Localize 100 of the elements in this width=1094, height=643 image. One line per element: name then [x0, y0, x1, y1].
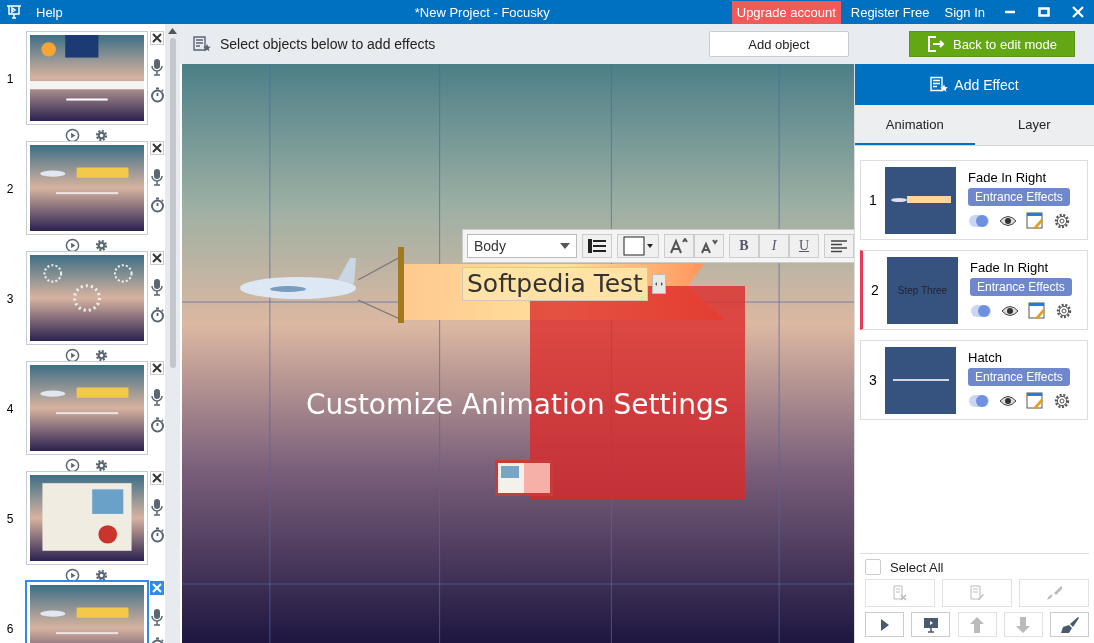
delete-icon[interactable]: [150, 471, 164, 485]
settings-icon[interactable]: [1055, 302, 1073, 320]
add-effect-icon: [930, 76, 949, 93]
clear-button[interactable]: [1050, 612, 1089, 637]
timer-icon[interactable]: [149, 417, 165, 433]
italic-button[interactable]: I: [759, 234, 789, 258]
underline-button[interactable]: U: [789, 234, 819, 258]
slide-thumbnail[interactable]: [26, 251, 148, 345]
play-icon[interactable]: [65, 348, 80, 363]
sign-in-link[interactable]: Sign In: [944, 4, 985, 20]
timer-icon[interactable]: [149, 197, 165, 213]
arrow-down-icon: [1016, 616, 1031, 633]
select-all-checkbox[interactable]: [865, 559, 881, 575]
presentation-icon[interactable]: [6, 4, 22, 20]
play-icon[interactable]: [65, 568, 80, 583]
play-icon: [879, 618, 890, 631]
bold-button[interactable]: B: [729, 234, 759, 258]
play-icon[interactable]: [65, 238, 80, 253]
slide-thumbnail[interactable]: [26, 31, 148, 125]
book-thumbnail-drawing[interactable]: [495, 460, 553, 496]
effect-category-tag[interactable]: Entrance Effects: [970, 278, 1072, 296]
caret-icon: [560, 243, 570, 249]
settings-icon[interactable]: [94, 458, 109, 473]
effect-thumbnail: [885, 346, 956, 414]
delete-icon[interactable]: [150, 31, 164, 45]
help-menu[interactable]: Help: [36, 4, 63, 20]
present-button[interactable]: [911, 612, 951, 637]
settings-icon[interactable]: [1053, 392, 1071, 410]
screen-icon: [922, 616, 939, 633]
play-icon[interactable]: [65, 128, 80, 143]
settings-icon[interactable]: [1053, 212, 1071, 230]
decrease-font-button[interactable]: [694, 234, 724, 258]
upgrade-button[interactable]: Upgrade account: [731, 0, 841, 24]
slide-number: 4: [5, 402, 15, 416]
slide-thumbnail[interactable]: [26, 471, 148, 565]
panel-tab[interactable]: Layer: [974, 105, 1094, 145]
delete-icon[interactable]: [150, 251, 164, 265]
delete-icon[interactable]: [150, 141, 164, 155]
style-dropdown[interactable]: Body: [467, 234, 577, 258]
preview-eye-icon[interactable]: [999, 215, 1017, 227]
play-button[interactable]: [865, 612, 904, 637]
bullet-list-button[interactable]: [582, 234, 612, 258]
bullet-list-icon: [588, 239, 606, 253]
resize-handle-icon[interactable]: [651, 274, 666, 294]
settings-icon[interactable]: [94, 568, 109, 583]
toggle-icon[interactable]: [970, 304, 992, 318]
toggle-icon[interactable]: [968, 394, 990, 408]
brush-icon: [1046, 585, 1062, 601]
increase-font-button[interactable]: [664, 234, 694, 258]
effect-name: Fade In Right: [970, 260, 1049, 275]
timer-icon[interactable]: [149, 87, 165, 103]
settings-icon[interactable]: [94, 348, 109, 363]
effect-category-tag[interactable]: Entrance Effects: [968, 368, 1070, 386]
preview-eye-icon[interactable]: [1001, 305, 1019, 317]
add-object-button[interactable]: Add object: [709, 31, 849, 57]
scroll-up-icon[interactable]: [168, 28, 177, 34]
slide-caption[interactable]: Customize Animation Settings: [306, 388, 729, 421]
window-title: *New Project - Focusky: [413, 4, 550, 20]
maximize-icon[interactable]: [1038, 6, 1050, 18]
panel-tab[interactable]: Animation: [855, 105, 975, 145]
effect-card[interactable]: 3 Hatch Entrance Effects: [860, 340, 1088, 420]
microphone-icon[interactable]: [150, 388, 164, 406]
exit-icon: [926, 36, 945, 52]
slide-number: 6: [5, 622, 15, 636]
effect-category-tag[interactable]: Entrance Effects: [968, 188, 1070, 206]
edit-timing-icon[interactable]: [1028, 302, 1046, 320]
slide-number: 5: [5, 512, 15, 526]
effect-number: 2: [870, 282, 880, 298]
effect-card[interactable]: 1 Fade In Right Entrance Effects: [860, 160, 1088, 240]
timer-icon[interactable]: [149, 527, 165, 543]
scrollbar[interactable]: [165, 24, 180, 643]
microphone-icon[interactable]: [150, 278, 164, 296]
toggle-icon[interactable]: [968, 214, 990, 228]
effect-card[interactable]: 2 Step Three Fade In Right Entrance Effects: [860, 250, 1088, 330]
edit-timing-icon[interactable]: [1026, 212, 1044, 230]
color-picker-button[interactable]: [617, 234, 659, 258]
slide-number: 3: [5, 292, 15, 306]
banner-text[interactable]: Softpedia Test: [462, 267, 648, 301]
instruction-text: Select objects below to add effects: [220, 36, 436, 52]
timer-icon[interactable]: [149, 307, 165, 323]
settings-icon[interactable]: [94, 238, 109, 253]
microphone-icon[interactable]: [150, 498, 164, 516]
align-left-button[interactable]: [824, 234, 854, 258]
select-all-label: Select All: [890, 559, 944, 575]
preview-eye-icon[interactable]: [999, 395, 1017, 407]
close-icon[interactable]: [1072, 6, 1084, 18]
microphone-icon[interactable]: [150, 58, 164, 76]
play-icon[interactable]: [65, 458, 80, 473]
add-effect-header[interactable]: Add Effect: [855, 64, 1094, 105]
slide-thumbnail[interactable]: [26, 361, 148, 455]
settings-icon[interactable]: [94, 128, 109, 143]
color-swatch-icon: [623, 236, 653, 256]
microphone-icon[interactable]: [150, 168, 164, 186]
effects-list-icon: [193, 36, 211, 52]
delete-icon[interactable]: [150, 361, 164, 375]
slide-thumbnail[interactable]: [26, 141, 148, 235]
register-link[interactable]: Register Free: [850, 4, 930, 20]
edit-timing-icon[interactable]: [1026, 392, 1044, 410]
microphone-icon[interactable]: [150, 608, 164, 626]
effect-thumbnail: [885, 166, 956, 234]
